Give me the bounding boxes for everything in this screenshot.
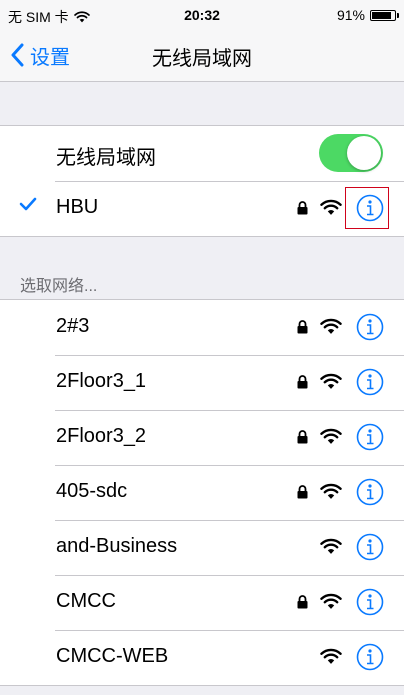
info-circle-icon[interactable] — [356, 533, 384, 561]
network-row[interactable]: CMCC — [0, 575, 404, 630]
network-row[interactable]: 2Floor3_1 — [0, 355, 404, 410]
battery-icon — [370, 9, 399, 21]
network-row[interactable]: 2#3 — [0, 300, 404, 355]
wifi-signal-icon — [320, 373, 342, 389]
wifi-toggle-label: 无线局域网 — [56, 147, 156, 169]
wifi-toggle-switch[interactable] — [319, 134, 383, 172]
network-row[interactable]: 405-sdc — [0, 465, 404, 520]
network-name: CMCC-WEB — [56, 645, 169, 667]
toggle-knob — [347, 136, 381, 170]
connected-network-name: HBU — [56, 196, 99, 218]
choose-network-header: 选取网络... — [20, 278, 98, 295]
info-circle-icon[interactable] — [356, 478, 384, 506]
wifi-signal-icon — [320, 428, 342, 444]
network-name: 2#3 — [56, 315, 90, 337]
network-name: 405-sdc — [56, 480, 128, 502]
network-name: 2Floor3_2 — [56, 425, 147, 447]
info-circle-icon[interactable] — [356, 313, 384, 341]
battery-percent: 91% — [336, 7, 365, 23]
wifi-signal-icon — [320, 318, 342, 334]
lock-icon — [297, 595, 308, 609]
navigation-bar: 设置 无线局域网 — [0, 30, 404, 82]
network-row[interactable]: CMCC-WEB — [0, 630, 404, 685]
page-title: 无线局域网 — [152, 48, 252, 70]
network-row[interactable]: and-Business — [0, 520, 404, 575]
connected-network-row[interactable]: HBU — [0, 181, 404, 236]
lock-icon — [297, 430, 308, 444]
info-circle-icon[interactable] — [356, 423, 384, 451]
lock-icon — [297, 375, 308, 389]
highlight-box — [345, 187, 389, 229]
wifi-signal-icon — [320, 538, 342, 554]
wifi-signal-icon — [320, 593, 342, 609]
wifi-settings-section: 无线局域网 HBU — [0, 125, 404, 237]
wifi-signal-icon — [320, 199, 342, 215]
wifi-signal-icon — [320, 483, 342, 499]
wifi-signal-icon — [320, 648, 342, 664]
network-name: and-Business — [56, 535, 178, 557]
network-name: CMCC — [56, 590, 116, 612]
status-right: 91% — [336, 7, 399, 23]
lock-icon — [297, 320, 308, 334]
network-row[interactable]: 2Floor3_2 — [0, 410, 404, 465]
info-circle-icon[interactable] — [356, 588, 384, 616]
info-circle-icon[interactable] — [356, 368, 384, 396]
battery-level-fill — [372, 11, 391, 19]
status-bar: 无 SIM 卡 20:32 91% — [0, 0, 404, 30]
wifi-toggle-row: 无线局域网 — [0, 126, 404, 181]
info-circle-icon[interactable] — [356, 643, 384, 671]
network-list: 2#3 2Floor3_1 2Floor3_2 405-sdc and-Business… — [0, 299, 404, 686]
lock-icon — [297, 201, 308, 215]
checkmark-icon — [19, 197, 37, 211]
lock-icon — [297, 485, 308, 499]
network-name: 2Floor3_1 — [56, 370, 147, 392]
